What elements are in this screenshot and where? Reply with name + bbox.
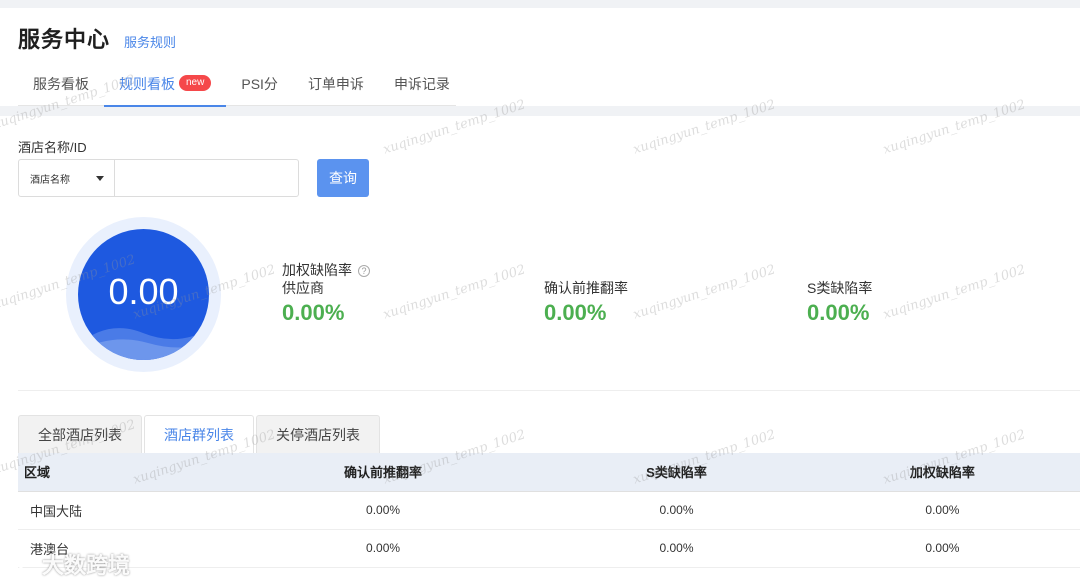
cell-overturn-rate: 0.00%: [218, 529, 549, 568]
table-row: 港澳台 0.00% 0.00% 0.00%: [18, 529, 1080, 568]
tab-all-hotels[interactable]: 全部酒店列表: [18, 415, 142, 453]
score-circle: 0.00: [66, 217, 221, 372]
region-table: 区域 确认前推翻率 S类缺陷率 加权缺陷率 中国大陆 0.00% 0.00% 0…: [18, 453, 1080, 568]
cell-weighted-defect-rate: 0.00%: [804, 529, 1080, 568]
cell-weighted-defect-rate: 0.00%: [804, 491, 1080, 530]
tab-label: 申诉记录: [393, 76, 450, 92]
sub-tabs: 全部酒店列表 酒店群列表 关停酒店列表: [18, 415, 382, 453]
metric-label-overturn-rate: 确认前推翻率: [544, 280, 628, 296]
weighted-defect-title: 加权缺陷率?: [282, 260, 370, 280]
footer-logo: 大数跨境: [10, 548, 130, 580]
metric-label-supplier: 供应商: [282, 280, 324, 296]
column-header-overturn-rate: 确认前推翻率: [218, 453, 549, 492]
tab-hotel-groups[interactable]: 酒店群列表: [144, 415, 254, 453]
main-card: 酒店名称/ID 酒店名称 查询 0.00 加权缺陷率? 供应商 0.00% 确认…: [0, 116, 1080, 582]
metric-value-s-defect-rate: 0.00%: [807, 300, 870, 325]
tab-closed-hotels[interactable]: 关停酒店列表: [256, 415, 380, 453]
column-header-region: 区域: [18, 453, 218, 492]
tab-label: 服务看板: [33, 76, 89, 92]
column-header-weighted-defect-rate: 加权缺陷率: [804, 453, 1080, 492]
score-circle-inner: 0.00: [78, 229, 209, 360]
page-title: 服务中心: [18, 27, 111, 52]
service-rules-link[interactable]: 服务规则: [124, 32, 176, 51]
header-card: 服务中心 服务规则 服务看板 规则看板 new PSI分 订单申诉 申诉记录: [0, 8, 1080, 107]
tab-service-dashboard[interactable]: 服务看板: [18, 70, 104, 106]
search-group: 酒店名称: [18, 159, 299, 197]
weighted-defect-title-text: 加权缺陷率: [282, 262, 352, 278]
cell-overturn-rate: 0.00%: [218, 491, 549, 530]
tab-label: 订单申诉: [307, 76, 364, 92]
nav-tabs: 服务看板 规则看板 new PSI分 订单申诉 申诉记录: [18, 70, 456, 107]
tab-label: 规则看板: [119, 76, 175, 92]
footer-logo-text: 大数跨境: [42, 553, 131, 578]
cell-s-defect-rate: 0.00%: [548, 491, 805, 530]
score-value: 0.00: [108, 271, 179, 312]
tab-label: PSI分: [241, 76, 278, 92]
help-icon[interactable]: ?: [358, 265, 370, 277]
brand-logo-icon: [12, 554, 34, 574]
cell-s-defect-rate: 0.00%: [548, 529, 805, 568]
search-label: 酒店名称/ID: [18, 140, 87, 155]
cell-region: 中国大陆: [18, 491, 218, 530]
tab-psi-score[interactable]: PSI分: [226, 70, 293, 106]
caret-down-icon: [96, 176, 104, 181]
page: 服务中心 服务规则 服务看板 规则看板 new PSI分 订单申诉 申诉记录 酒…: [0, 0, 1080, 582]
query-button[interactable]: 查询: [317, 159, 369, 197]
metric-value-supplier: 0.00%: [282, 300, 345, 325]
column-header-s-defect-rate: S类缺陷率: [548, 453, 805, 492]
metric-label-s-defect-rate: S类缺陷率: [807, 280, 873, 296]
divider: [18, 390, 1080, 391]
metric-value-overturn-rate: 0.00%: [544, 300, 607, 325]
title-row: 服务中心 服务规则: [18, 22, 176, 54]
tab-rules-dashboard[interactable]: 规则看板 new: [104, 70, 227, 107]
search-type-value: 酒店名称: [30, 174, 70, 186]
tab-order-appeal[interactable]: 订单申诉: [293, 70, 379, 106]
hotel-search-input[interactable]: [115, 160, 298, 196]
tab-appeal-records[interactable]: 申诉记录: [379, 70, 465, 106]
table-row: 中国大陆 0.00% 0.00% 0.00%: [18, 491, 1080, 530]
table-header-row: 区域 确认前推翻率 S类缺陷率 加权缺陷率: [18, 453, 1080, 492]
search-type-select[interactable]: 酒店名称: [19, 160, 115, 196]
new-badge: new: [179, 75, 212, 91]
